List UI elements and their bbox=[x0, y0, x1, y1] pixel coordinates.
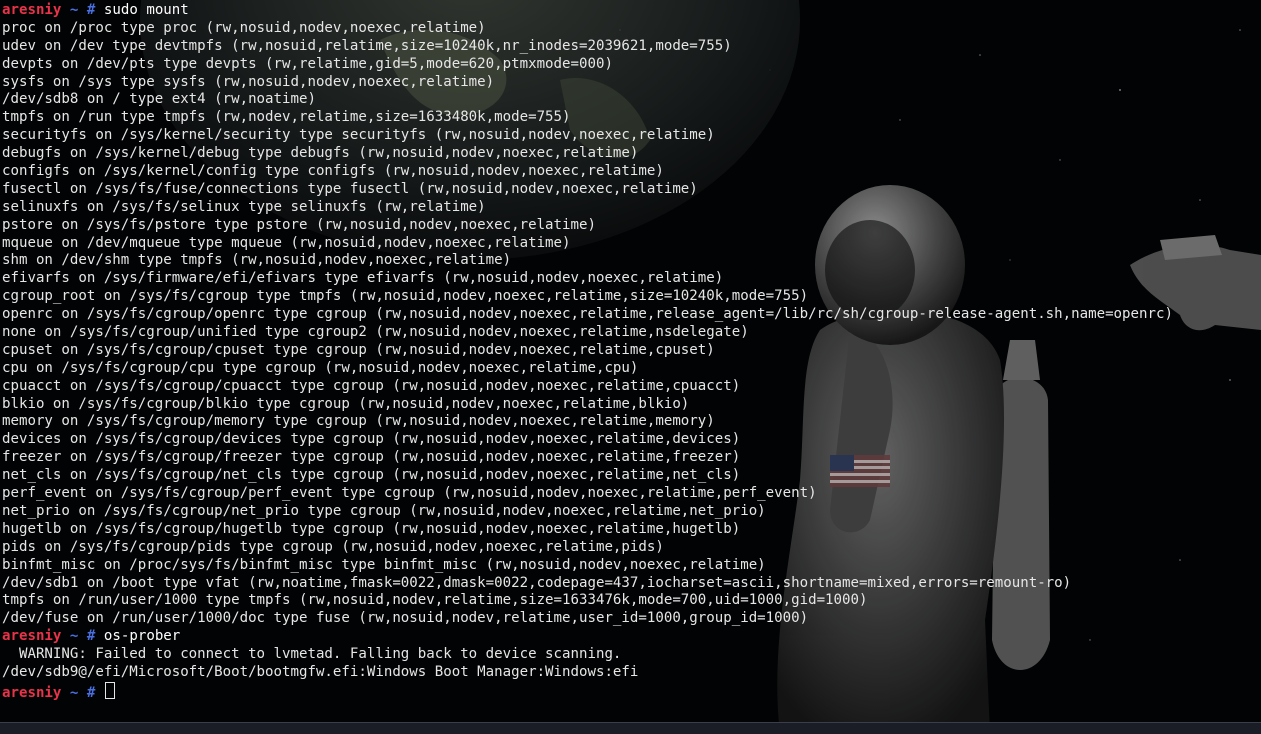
output-line: tmpfs on /run type tmpfs (rw,nodev,relat… bbox=[2, 109, 571, 126]
output-line: /dev/sdb9@/efi/Microsoft/Boot/bootmgfw.e… bbox=[2, 663, 639, 680]
prompt-directory: ~ bbox=[69, 684, 79, 701]
prompt-line: aresniy ~ # os-prober bbox=[2, 628, 1261, 646]
prompt-line: aresniy ~ # sudo mount bbox=[2, 2, 1261, 20]
output-line: debugfs on /sys/kernel/debug type debugf… bbox=[2, 145, 639, 162]
output-line: devices on /sys/fs/cgroup/devices type c… bbox=[2, 431, 741, 448]
prompt-directory: ~ bbox=[69, 628, 79, 645]
prompt-line: aresniy ~ # bbox=[2, 681, 1261, 701]
output-line: udev on /dev type devtmpfs (rw,nosuid,re… bbox=[2, 37, 732, 54]
text-cursor[interactable] bbox=[104, 681, 115, 699]
output-line: cgroup_root on /sys/fs/cgroup type tmpfs… bbox=[2, 288, 809, 305]
output-line: /dev/fuse on /run/user/1000/doc type fus… bbox=[2, 610, 809, 627]
command-text: sudo mount bbox=[103, 2, 189, 18]
output-line: net_cls on /sys/fs/cgroup/net_cls type c… bbox=[2, 467, 741, 484]
output-line: pids on /sys/fs/cgroup/pids type cgroup … bbox=[2, 538, 664, 555]
output-line: mqueue on /dev/mqueue type mqueue (rw,no… bbox=[2, 234, 571, 251]
output-line: efivarfs on /sys/firmware/efi/efivars ty… bbox=[2, 270, 724, 287]
prompt-directory: ~ bbox=[69, 2, 79, 18]
output-line: none on /sys/fs/cgroup/unified type cgro… bbox=[2, 324, 749, 341]
output-line: selinuxfs on /sys/fs/selinux type selinu… bbox=[2, 198, 486, 215]
output-line: /dev/sdb1 on /boot type vfat (rw,noatime… bbox=[2, 574, 1072, 591]
prompt-symbol: # bbox=[86, 628, 96, 645]
output-line: perf_event on /sys/fs/cgroup/perf_event … bbox=[2, 485, 817, 502]
output-line: fusectl on /sys/fs/fuse/connections type… bbox=[2, 180, 698, 197]
command-text: os-prober bbox=[103, 628, 181, 645]
output-line: pstore on /sys/fs/pstore type pstore (rw… bbox=[2, 216, 596, 233]
output-line: configfs on /sys/kernel/config type conf… bbox=[2, 163, 664, 180]
terminal-output[interactable]: aresniy ~ # sudo mount proc on /proc type… bbox=[0, 0, 1261, 720]
output-line: cpuacct on /sys/fs/cgroup/cpuacct type c… bbox=[2, 377, 741, 394]
prompt-user: aresniy bbox=[2, 684, 62, 701]
output-line: freezer on /sys/fs/cgroup/freezer type c… bbox=[2, 449, 741, 466]
output-line: cpuset on /sys/fs/cgroup/cpuset type cgr… bbox=[2, 341, 715, 358]
output-line: openrc on /sys/fs/cgroup/openrc type cgr… bbox=[2, 306, 1173, 323]
output-line: tmpfs on /run/user/1000 type tmpfs (rw,n… bbox=[2, 592, 868, 609]
output-line: WARNING: Failed to connect to lvmetad. F… bbox=[2, 646, 622, 663]
prompt-user: aresniy bbox=[2, 2, 62, 18]
output-line: proc on /proc type proc (rw,nosuid,nodev… bbox=[2, 19, 486, 36]
prompt-symbol: # bbox=[86, 684, 96, 701]
output-line: hugetlb on /sys/fs/cgroup/hugetlb type c… bbox=[2, 520, 741, 537]
prompt-user: aresniy bbox=[2, 628, 62, 645]
output-line: /dev/sdb8 on / type ext4 (rw,noatime) bbox=[2, 91, 316, 108]
output-line: securityfs on /sys/kernel/security type … bbox=[2, 127, 715, 144]
output-line: memory on /sys/fs/cgroup/memory type cgr… bbox=[2, 413, 715, 430]
output-line: sysfs on /sys type sysfs (rw,nosuid,node… bbox=[2, 73, 495, 90]
output-line: binfmt_misc on /proc/sys/fs/binfmt_misc … bbox=[2, 556, 766, 573]
output-line: devpts on /dev/pts type devpts (rw,relat… bbox=[2, 55, 613, 72]
output-line: shm on /dev/shm type tmpfs (rw,nosuid,no… bbox=[2, 252, 512, 269]
output-line: net_prio on /sys/fs/cgroup/net_prio type… bbox=[2, 502, 766, 519]
prompt-symbol: # bbox=[86, 2, 96, 18]
output-line: cpu on /sys/fs/cgroup/cpu type cgroup (r… bbox=[2, 359, 639, 376]
bottom-panel bbox=[0, 722, 1261, 734]
output-line: blkio on /sys/fs/cgroup/blkio type cgrou… bbox=[2, 395, 690, 412]
